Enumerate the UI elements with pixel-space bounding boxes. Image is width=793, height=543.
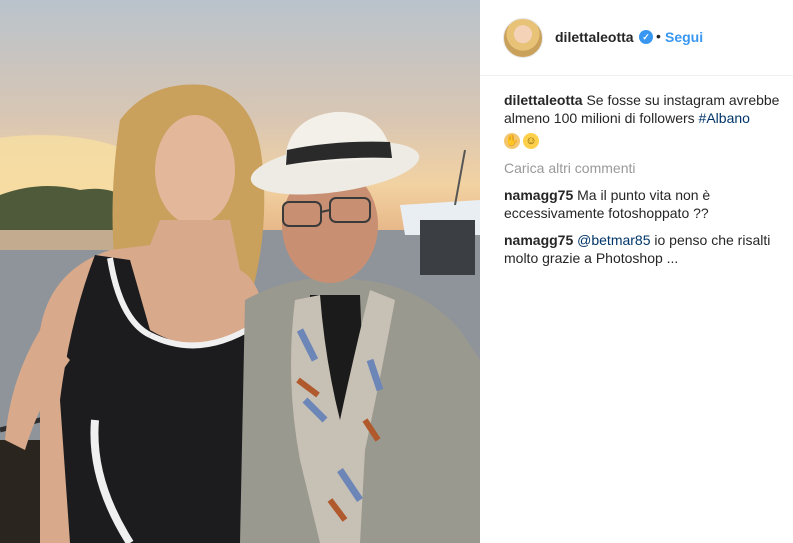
clapping-hands-icon: ✋ bbox=[504, 133, 520, 149]
comment-username-link[interactable]: namagg75 bbox=[504, 232, 573, 248]
separator-dot: • bbox=[656, 28, 661, 44]
comment-item: namagg75 @betmar85 io penso che risalti … bbox=[504, 231, 784, 267]
post-header: dilettaleotta ✓ • Segui bbox=[480, 0, 793, 76]
hashtag-link[interactable]: #Albano bbox=[699, 110, 750, 126]
comments-section: dilettaleotta Se fosse su instagram avre… bbox=[504, 91, 784, 267]
header-username-link[interactable]: dilettaleotta bbox=[555, 29, 634, 45]
mention-link[interactable]: @betmar85 bbox=[577, 232, 650, 248]
post-photo[interactable] bbox=[0, 0, 480, 543]
follow-button[interactable]: Segui bbox=[665, 29, 703, 45]
verified-badge-icon: ✓ bbox=[639, 30, 653, 44]
load-more-comments-link[interactable]: Carica altri commenti bbox=[504, 159, 784, 177]
avatar[interactable] bbox=[503, 18, 543, 58]
caption-username-link[interactable]: dilettaleotta bbox=[504, 92, 583, 108]
comment-username-link[interactable]: namagg75 bbox=[504, 187, 573, 203]
post-sidebar: dilettaleotta ✓ • Segui dilettaleotta Se… bbox=[480, 0, 793, 543]
comment-item: namagg75 Ma il punto vita non è eccessiv… bbox=[504, 186, 784, 222]
caption: dilettaleotta Se fosse su instagram avre… bbox=[504, 91, 784, 149]
grinning-face-icon: ☺ bbox=[523, 133, 539, 149]
post-photo-illustration bbox=[0, 84, 480, 543]
